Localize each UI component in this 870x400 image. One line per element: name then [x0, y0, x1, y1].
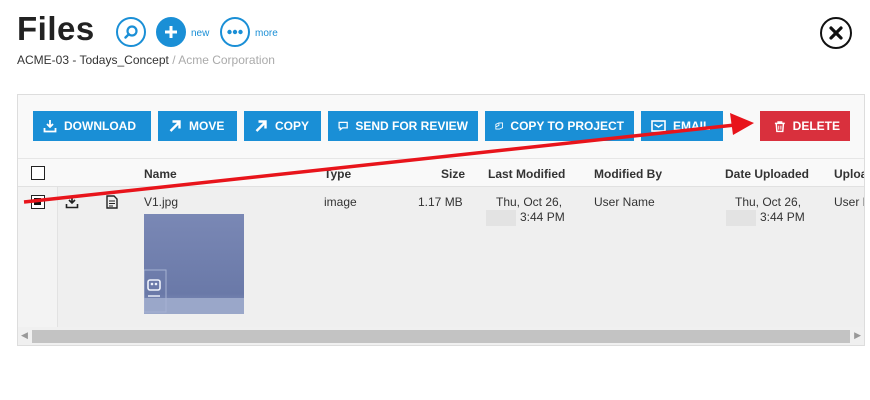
- send-for-review-button[interactable]: SEND FOR REVIEW: [328, 111, 478, 141]
- copy-to-project-button[interactable]: COPY TO PROJECT: [485, 111, 634, 141]
- uploaded-by: User N: [834, 195, 864, 209]
- column-name[interactable]: Name: [144, 167, 177, 181]
- breadcrumb-project[interactable]: ACME-03 - Todays_Concept: [17, 53, 169, 67]
- trash-icon: [774, 120, 785, 132]
- download-button[interactable]: DOWNLOAD: [33, 111, 151, 141]
- breadcrumb: ACME-03 - Todays_Concept / Acme Corporat…: [17, 53, 275, 67]
- delete-button[interactable]: DELETE: [760, 111, 850, 141]
- column-last-modified[interactable]: Last Modified: [488, 167, 565, 181]
- file-thumbnail[interactable]: [144, 214, 244, 314]
- ellipsis-icon: [227, 29, 243, 35]
- close-button[interactable]: [820, 17, 852, 49]
- comment-icon: [338, 121, 348, 132]
- delete-label: DELETE: [792, 119, 840, 133]
- row-checkbox[interactable]: [31, 195, 45, 209]
- file-name[interactable]: V1.jpg: [144, 195, 178, 209]
- breadcrumb-separator: /: [168, 53, 179, 67]
- scrollbar-thumb[interactable]: [32, 330, 850, 343]
- new-label[interactable]: new: [191, 28, 209, 39]
- column-size[interactable]: Size: [441, 167, 465, 181]
- scroll-left-icon[interactable]: ◀: [21, 330, 28, 341]
- select-all-checkbox[interactable]: [31, 166, 45, 180]
- redacted-block: [726, 210, 756, 226]
- email-button[interactable]: EMAIL: [641, 111, 723, 141]
- search-button[interactable]: [116, 17, 146, 47]
- uploaded-date: Thu, Oct 26,: [735, 195, 802, 209]
- envelope-icon: [651, 120, 666, 132]
- download-label: DOWNLOAD: [64, 119, 136, 133]
- page-title: Files: [17, 10, 95, 47]
- column-modified-by[interactable]: Modified By: [594, 167, 662, 181]
- modified-time: 3:44 PM: [520, 210, 565, 225]
- download-icon[interactable]: [65, 195, 79, 209]
- email-label: EMAIL: [673, 119, 711, 133]
- copy-to-project-label: COPY TO PROJECT: [510, 119, 624, 133]
- modified-date: Thu, Oct 26,: [496, 195, 563, 209]
- new-button[interactable]: [156, 17, 186, 47]
- row-select-cell: [18, 187, 58, 327]
- table-row[interactable]: V1.jpg image 1.17 MB Thu, Oct 26, 3:44 P…: [18, 187, 864, 327]
- more-label[interactable]: more: [255, 28, 278, 39]
- move-button[interactable]: MOVE: [158, 111, 237, 141]
- copy-label: COPY: [275, 119, 310, 133]
- breadcrumb-organization[interactable]: Acme Corporation: [178, 53, 275, 67]
- column-date-uploaded[interactable]: Date Uploaded: [725, 167, 809, 181]
- file-type: image: [324, 195, 357, 209]
- download-icon: [43, 120, 57, 133]
- table-header: Name Type Size Last Modified Modified By…: [18, 158, 864, 187]
- modified-time-cell: 3:44 PM: [486, 210, 565, 226]
- document-icon[interactable]: [106, 195, 118, 209]
- folder-icon: [495, 122, 503, 130]
- file-size: 1.17 MB: [418, 195, 463, 209]
- horizontal-scrollbar[interactable]: ◀ ▶: [18, 327, 864, 345]
- column-type[interactable]: Type: [324, 167, 351, 181]
- arrow-up-right-icon: [169, 120, 181, 132]
- send-for-review-label: SEND FOR REVIEW: [355, 119, 468, 133]
- move-label: MOVE: [189, 119, 225, 133]
- close-icon: [829, 26, 843, 40]
- scroll-right-icon[interactable]: ▶: [854, 330, 861, 341]
- more-button[interactable]: [220, 17, 250, 47]
- column-uploaded-by[interactable]: Uploa: [834, 167, 864, 181]
- copy-button[interactable]: COPY: [244, 111, 321, 141]
- plus-icon: [165, 26, 177, 38]
- redacted-block: [486, 210, 516, 226]
- files-panel: DOWNLOAD MOVE COPY SEND FOR REVIEW COPY …: [17, 94, 865, 346]
- arrow-up-right-icon: [255, 120, 267, 132]
- modified-by: User Name: [594, 195, 655, 209]
- uploaded-time: 3:44 PM: [760, 210, 805, 225]
- uploaded-time-cell: 3:44 PM: [726, 210, 805, 226]
- image-thumbnail: [144, 214, 244, 314]
- search-icon: [124, 25, 138, 39]
